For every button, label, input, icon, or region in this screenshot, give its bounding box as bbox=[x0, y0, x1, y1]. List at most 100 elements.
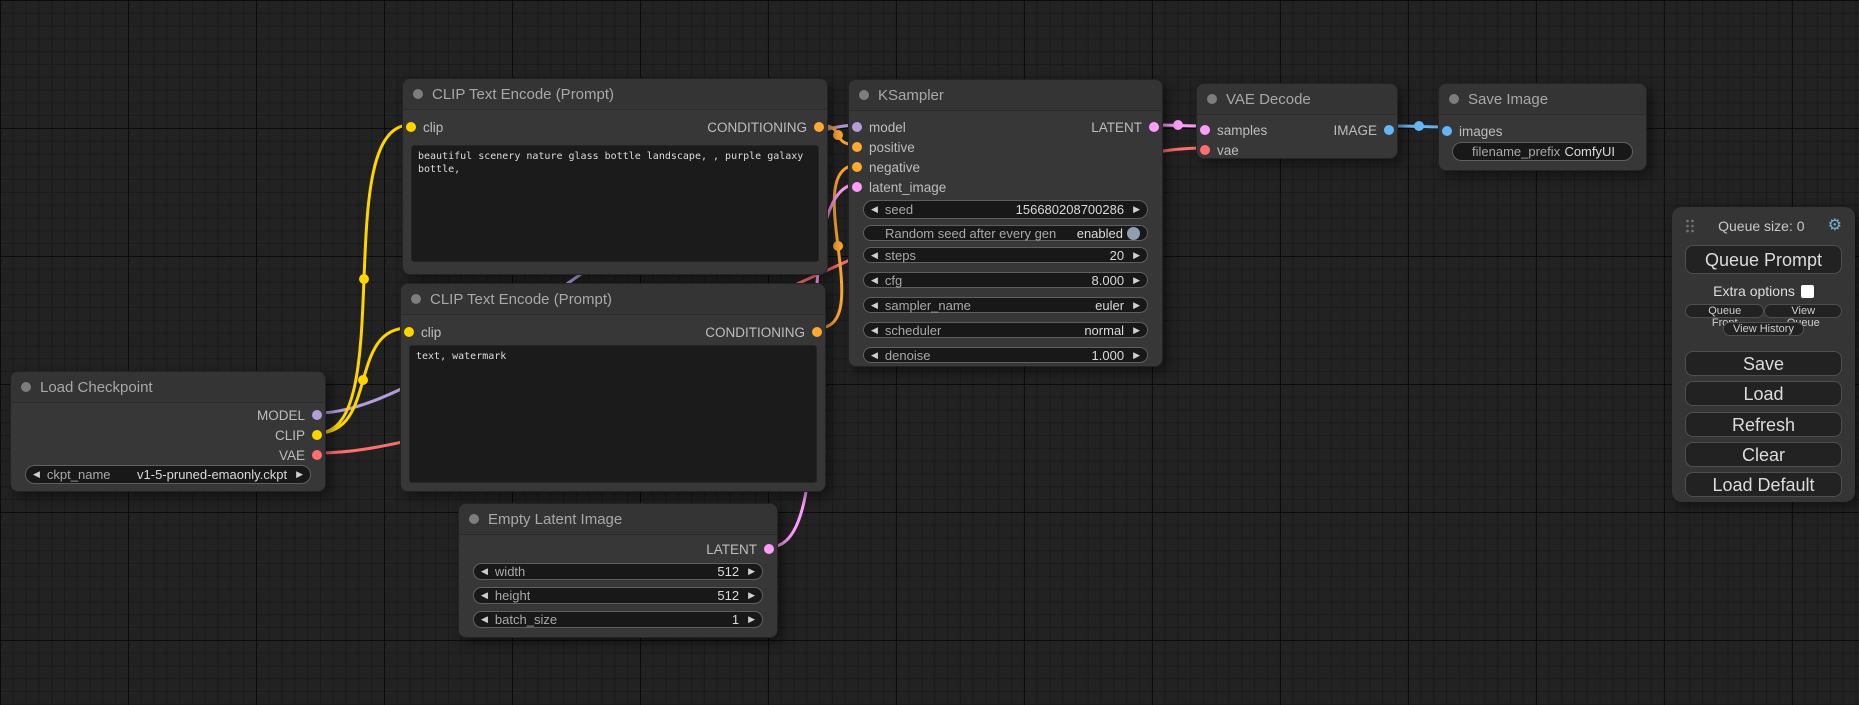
node-clip-text-encode-positive[interactable]: CLIP Text Encode (Prompt) clip CONDITION… bbox=[402, 78, 828, 275]
decrement-arrow-icon[interactable]: ◀ bbox=[481, 591, 488, 600]
model-slot-dot-icon[interactable] bbox=[852, 122, 862, 132]
node-clip-text-encode-negative-header[interactable]: CLIP Text Encode (Prompt) bbox=[401, 284, 825, 315]
node-load-checkpoint[interactable]: Load Checkpoint MODEL CLIP VAE ◀ ckpt_na… bbox=[10, 371, 326, 492]
collapse-dot-icon[interactable] bbox=[1449, 94, 1459, 104]
extra-options-checkbox[interactable] bbox=[1801, 285, 1814, 298]
widget-filename-prefix[interactable]: filename_prefix ComfyUI bbox=[1452, 142, 1633, 161]
graph-canvas[interactable]: { "nodes": [ { "title": "Load Checkpoint… bbox=[0, 0, 1859, 705]
widget-width[interactable]: ◀ width 512 ▶ bbox=[473, 563, 763, 580]
widget-ckpt-name[interactable]: ◀ ckpt_name v1-5-pruned-emaonly.ckpt ▶ bbox=[25, 465, 311, 484]
decrement-arrow-icon[interactable]: ◀ bbox=[871, 326, 878, 335]
collapse-dot-icon[interactable] bbox=[21, 382, 31, 392]
output-slot-image[interactable]: IMAGE bbox=[1333, 123, 1394, 138]
view-history-button[interactable]: View History bbox=[1723, 322, 1804, 336]
node-ksampler-header[interactable]: KSampler bbox=[849, 80, 1162, 111]
decrement-arrow-icon[interactable]: ◀ bbox=[871, 301, 878, 310]
increment-arrow-icon[interactable]: ▶ bbox=[1133, 276, 1140, 285]
increment-arrow-icon[interactable]: ▶ bbox=[1133, 326, 1140, 335]
queue-panel[interactable]: Queue size: 0 ⚙ Queue Prompt Extra optio… bbox=[1672, 207, 1855, 502]
positive-prompt-textarea[interactable]: beautiful scenery nature glass bottle la… bbox=[411, 145, 819, 262]
node-empty-latent-image-header[interactable]: Empty Latent Image bbox=[459, 504, 777, 535]
negative-prompt-textarea[interactable]: text, watermark bbox=[409, 345, 817, 483]
load-default-button[interactable]: Load Default bbox=[1685, 472, 1842, 497]
input-slot-samples[interactable]: samples bbox=[1200, 123, 1267, 138]
increment-arrow-icon[interactable]: ▶ bbox=[1133, 301, 1140, 310]
queue-prompt-button[interactable]: Queue Prompt bbox=[1685, 245, 1842, 274]
node-save-image-header[interactable]: Save Image bbox=[1439, 84, 1646, 115]
widget-random-seed-toggle[interactable]: Random seed after every gen enabled bbox=[863, 225, 1148, 241]
clear-button[interactable]: Clear bbox=[1685, 442, 1842, 467]
model-slot-dot-icon[interactable] bbox=[312, 410, 322, 420]
latent-slot-dot-icon[interactable] bbox=[852, 182, 862, 192]
output-slot-vae[interactable]: VAE bbox=[279, 448, 322, 463]
input-slot-clip[interactable]: clip bbox=[404, 325, 441, 340]
widget-height[interactable]: ◀ height 512 ▶ bbox=[473, 587, 763, 604]
clip-slot-dot-icon[interactable] bbox=[312, 430, 322, 440]
widget-scheduler[interactable]: ◀ scheduler normal ▶ bbox=[863, 322, 1148, 338]
image-slot-dot-icon[interactable] bbox=[1384, 125, 1394, 135]
queue-front-button[interactable]: Queue Front bbox=[1685, 304, 1764, 318]
node-clip-text-encode-positive-header[interactable]: CLIP Text Encode (Prompt) bbox=[403, 79, 827, 110]
image-slot-dot-icon[interactable] bbox=[1442, 126, 1452, 136]
save-button[interactable]: Save bbox=[1685, 351, 1842, 376]
output-slot-latent[interactable]: LATENT bbox=[1091, 120, 1159, 135]
increment-arrow-icon[interactable]: ▶ bbox=[1133, 205, 1140, 214]
decrement-arrow-icon[interactable]: ◀ bbox=[871, 205, 878, 214]
input-slot-vae[interactable]: vae bbox=[1200, 143, 1239, 158]
view-queue-button[interactable]: View Queue bbox=[1764, 304, 1842, 318]
latent-slot-dot-icon[interactable] bbox=[1149, 122, 1159, 132]
latent-slot-dot-icon[interactable] bbox=[764, 544, 774, 554]
widget-sampler-name[interactable]: ◀ sampler_name euler ▶ bbox=[863, 297, 1148, 313]
settings-gear-icon[interactable]: ⚙ bbox=[1828, 218, 1842, 234]
widget-steps[interactable]: ◀ steps 20 ▶ bbox=[863, 247, 1148, 263]
conditioning-slot-dot-icon[interactable] bbox=[812, 327, 822, 337]
toggle-circle-icon[interactable] bbox=[1127, 227, 1140, 240]
collapse-dot-icon[interactable] bbox=[1207, 94, 1217, 104]
clip-slot-dot-icon[interactable] bbox=[406, 122, 416, 132]
widget-cfg[interactable]: ◀ cfg 8.000 ▶ bbox=[863, 272, 1148, 288]
node-load-checkpoint-header[interactable]: Load Checkpoint bbox=[11, 372, 325, 403]
vae-slot-dot-icon[interactable] bbox=[1200, 145, 1210, 155]
widget-seed[interactable]: ◀ seed 156680208700286 ▶ bbox=[863, 200, 1148, 219]
increment-arrow-icon[interactable]: ▶ bbox=[1133, 351, 1140, 360]
decrement-arrow-icon[interactable]: ◀ bbox=[871, 276, 878, 285]
clip-slot-dot-icon[interactable] bbox=[404, 327, 414, 337]
load-button[interactable]: Load bbox=[1685, 381, 1842, 406]
decrement-arrow-icon[interactable]: ◀ bbox=[481, 567, 488, 576]
decrement-arrow-icon[interactable]: ◀ bbox=[481, 615, 488, 624]
conditioning-slot-dot-icon[interactable] bbox=[852, 142, 862, 152]
decrement-arrow-icon[interactable]: ◀ bbox=[871, 251, 878, 260]
node-empty-latent-image[interactable]: Empty Latent Image LATENT ◀ width 512 ▶ … bbox=[458, 503, 778, 638]
node-vae-decode-header[interactable]: VAE Decode bbox=[1197, 84, 1397, 115]
output-slot-conditioning[interactable]: CONDITIONING bbox=[707, 120, 824, 135]
output-slot-latent[interactable]: LATENT bbox=[706, 542, 774, 557]
input-slot-images[interactable]: images bbox=[1442, 124, 1503, 139]
collapse-dot-icon[interactable] bbox=[411, 294, 421, 304]
input-slot-negative[interactable]: negative bbox=[852, 160, 920, 175]
drag-handle-icon[interactable] bbox=[1685, 219, 1695, 233]
input-slot-positive[interactable]: positive bbox=[852, 140, 915, 155]
latent-slot-dot-icon[interactable] bbox=[1200, 125, 1210, 135]
increment-arrow-icon[interactable]: ▶ bbox=[748, 567, 755, 576]
decrement-arrow-icon[interactable]: ◀ bbox=[871, 351, 878, 360]
node-ksampler[interactable]: KSampler model LATENT positive negative … bbox=[848, 79, 1163, 367]
increment-arrow-icon[interactable]: ▶ bbox=[1133, 251, 1140, 260]
vae-slot-dot-icon[interactable] bbox=[312, 450, 322, 460]
conditioning-slot-dot-icon[interactable] bbox=[814, 122, 824, 132]
input-slot-model[interactable]: model bbox=[852, 120, 906, 135]
node-save-image[interactable]: Save Image images filename_prefix ComfyU… bbox=[1438, 83, 1647, 171]
collapse-dot-icon[interactable] bbox=[469, 514, 479, 524]
input-slot-clip[interactable]: clip bbox=[406, 120, 443, 135]
output-slot-clip[interactable]: CLIP bbox=[275, 428, 322, 443]
input-slot-latent-image[interactable]: latent_image bbox=[852, 180, 946, 195]
output-slot-model[interactable]: MODEL bbox=[257, 408, 322, 423]
collapse-dot-icon[interactable] bbox=[413, 89, 423, 99]
output-slot-conditioning[interactable]: CONDITIONING bbox=[705, 325, 822, 340]
collapse-dot-icon[interactable] bbox=[859, 90, 869, 100]
conditioning-slot-dot-icon[interactable] bbox=[852, 162, 862, 172]
widget-batch-size[interactable]: ◀ batch_size 1 ▶ bbox=[473, 611, 763, 628]
decrement-arrow-icon[interactable]: ◀ bbox=[33, 470, 40, 479]
increment-arrow-icon[interactable]: ▶ bbox=[748, 591, 755, 600]
node-clip-text-encode-negative[interactable]: CLIP Text Encode (Prompt) clip CONDITION… bbox=[400, 283, 826, 492]
increment-arrow-icon[interactable]: ▶ bbox=[748, 615, 755, 624]
